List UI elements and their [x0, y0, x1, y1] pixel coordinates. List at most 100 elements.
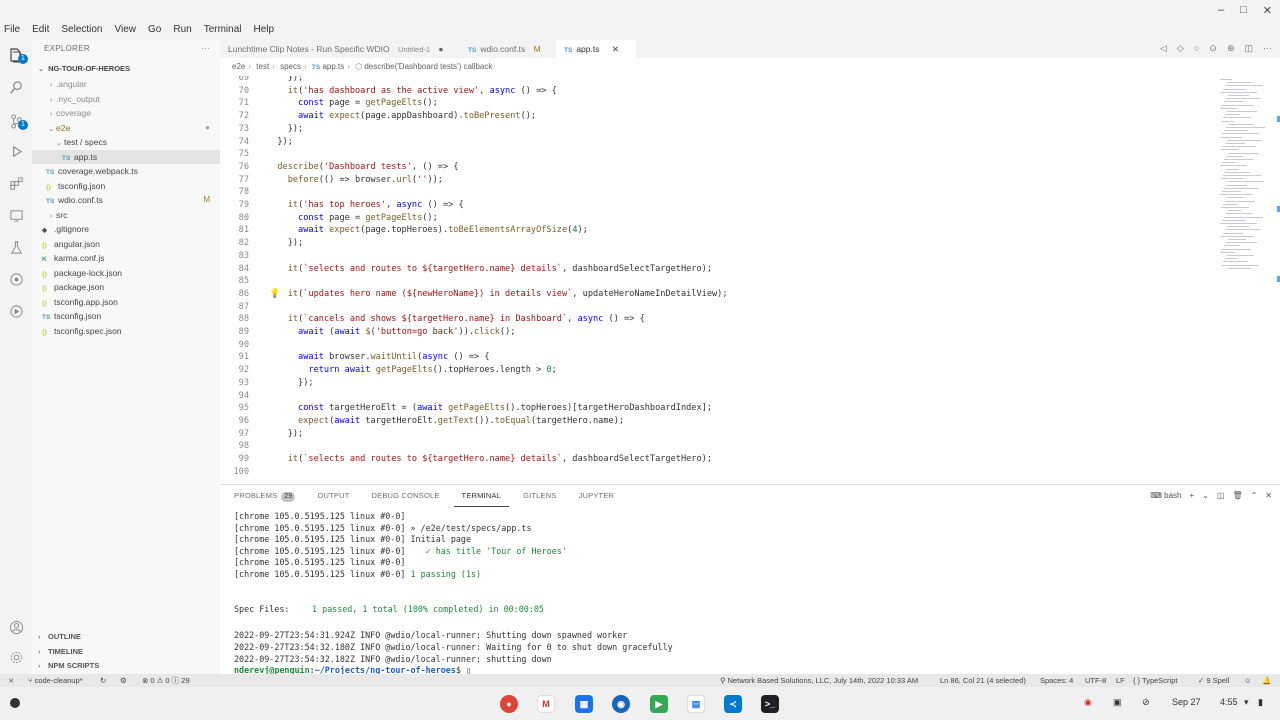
menu-help[interactable]: Help [248, 22, 281, 38]
screen-record-icon[interactable]: ◉ [1084, 697, 1092, 708]
tab-gitlens[interactable]: GITLENS [515, 485, 565, 507]
code-line[interactable]: 70 it('has dashboard as the active view'… [220, 85, 1220, 98]
code-line[interactable]: 79 it('has top heroes', async () => { [220, 199, 1220, 212]
breadcrumb-item[interactable]: test [256, 62, 269, 71]
extensions-icon[interactable] [7, 174, 25, 192]
line-endings[interactable]: LF [1116, 674, 1125, 687]
tab-problems[interactable]: PROBLEMS 29 [226, 485, 303, 507]
run-debug-icon[interactable] [7, 142, 25, 160]
code-line[interactable]: 73 }); [220, 123, 1220, 136]
screen-capture-icon[interactable]: ▣ [1113, 697, 1122, 708]
tab-lunchtime-notes[interactable]: Lunchtime Clip Notes - Run Specific WDIO… [220, 40, 456, 58]
new-terminal-icon[interactable]: + [1190, 491, 1195, 500]
do-not-disturb-icon[interactable]: ⊘ [1142, 697, 1150, 708]
tree-item[interactable]: TS wdio.conf.ts M [32, 193, 220, 208]
tree-item[interactable]: ⌄ test / specs [32, 135, 220, 150]
sync-icon[interactable]: ↻ [100, 674, 106, 687]
menu-view[interactable]: View [109, 22, 143, 38]
npm-scripts-section[interactable]: › NPM SCRIPTS [32, 659, 220, 673]
terminal-app-icon[interactable]: >_ [761, 695, 779, 713]
code-line[interactable]: 97 }); [220, 428, 1220, 441]
launcher-icon[interactable] [10, 698, 20, 708]
code-line[interactable]: 78 [220, 186, 1220, 199]
code-line[interactable]: 88 it(`cancels and shows ${targetHero.na… [220, 313, 1220, 326]
close-tab-icon[interactable]: ✕ [612, 44, 619, 54]
files-app-icon[interactable]: ▤ [687, 695, 705, 713]
git-blame[interactable]: ⚲ Network Based Solutions, LLC, July 14t… [720, 674, 918, 687]
code-line[interactable]: 72 await expect(page.appDashboard).toBeP… [220, 110, 1220, 123]
code-line[interactable]: 87 [220, 301, 1220, 314]
search-icon[interactable] [7, 78, 25, 96]
code-line[interactable]: 98 [220, 440, 1220, 453]
tree-item[interactable]: › .angular [32, 77, 220, 92]
close-panel-icon[interactable]: ✕ [1265, 491, 1272, 500]
code-line[interactable]: 77 before(() => browser.url('')); [220, 174, 1220, 187]
code-line[interactable]: 90 [220, 339, 1220, 352]
language-mode[interactable]: { } TypeScript [1133, 674, 1177, 687]
menu-selection[interactable]: Selection [55, 22, 108, 38]
menu-terminal[interactable]: Terminal [198, 22, 248, 38]
tree-item[interactable]: Kkarma.conf.js [32, 251, 220, 266]
terminal-shell-selector[interactable]: ⌨ bash [1150, 491, 1181, 500]
notifications-bell-icon[interactable]: 🔔 [1262, 674, 1271, 687]
more-editor-actions-icon[interactable]: ⋯ [1263, 43, 1272, 54]
code-line[interactable]: 91 await browser.waitUntil(async () => { [220, 351, 1220, 364]
trash-icon[interactable]: 🗑 [1232, 491, 1242, 500]
menu-file[interactable]: File [0, 22, 26, 38]
menu-edit[interactable]: Edit [26, 22, 55, 38]
gmail-app-icon[interactable]: M [537, 695, 555, 713]
remote-explorer-icon[interactable] [7, 206, 25, 224]
code-line[interactable]: 76 describe('Dashboard tests', () => { [220, 161, 1220, 174]
tree-item[interactable]: {} tsconfig.json [32, 179, 220, 194]
code-line[interactable]: 80 const page = getPageElts(); [220, 212, 1220, 225]
tab-terminal[interactable]: TERMINAL [453, 485, 510, 507]
open-changes-icon[interactable]: ○ [1194, 43, 1199, 54]
code-line[interactable]: 89 await (await $('button=go back')).cli… [220, 326, 1220, 339]
breadcrumb-item[interactable]: app.ts [322, 62, 344, 71]
code-line[interactable]: 83 [220, 250, 1220, 263]
outline-section[interactable]: › OUTLINE [32, 630, 220, 644]
minimap[interactable] [1220, 76, 1265, 276]
encoding[interactable]: UTF-8 [1085, 674, 1106, 687]
tree-item[interactable]: {} angular.json [32, 237, 220, 252]
account-icon[interactable] [7, 618, 25, 636]
cursor-position[interactable]: Ln 86, Col 21 (4 selected) [940, 674, 1026, 687]
vscode-app-icon[interactable]: ≺ [724, 695, 742, 713]
code-line[interactable]: 71 const page = getPageElts(); [220, 97, 1220, 110]
shelf-date[interactable]: Sep 27 [1172, 697, 1201, 707]
battery-icon[interactable]: ▮ [1258, 697, 1263, 708]
tree-item[interactable]: TS tsconfig.json [32, 309, 220, 324]
lightbulb-icon[interactable]: 💡 [269, 288, 280, 301]
code-line[interactable]: 75 [220, 148, 1220, 161]
remote-indicator-icon[interactable]: ⨯ [8, 674, 14, 687]
tab-wdio-conf[interactable]: TS wdio.conf.ts M [460, 40, 552, 58]
code-line[interactable]: 86 it(`updates hero name (${newHeroName}… [220, 288, 1220, 301]
spell-checker[interactable]: ✓ 9 Spell [1198, 674, 1229, 687]
split-editor-icon[interactable]: ◫ [1244, 43, 1253, 54]
tree-item[interactable]: › .nyc_output [32, 92, 220, 107]
scrollbar[interactable] [1276, 76, 1280, 484]
code-line[interactable]: 74 }); [220, 136, 1220, 149]
code-editor[interactable]: 69 }); 70 it('has dashboard as the active… [220, 76, 1280, 484]
breadcrumb-item[interactable]: specs [280, 62, 301, 71]
run-icon[interactable] [7, 302, 25, 320]
indentation[interactable]: Spaces: 4 [1040, 674, 1073, 687]
branch-indicator[interactable]: ⑂ code-cleanup* [28, 674, 83, 687]
maximize-panel-icon[interactable]: ⌃ [1251, 491, 1258, 500]
messages-app-icon[interactable]: ◉ [612, 695, 630, 713]
source-action-icon[interactable]: ◇ [1177, 43, 1184, 54]
code-line[interactable]: 82 }); [220, 237, 1220, 250]
gitlens-icon[interactable] [7, 270, 25, 288]
code-line[interactable]: 69 }); [220, 76, 1220, 85]
code-line[interactable]: 100 [220, 466, 1220, 479]
code-line[interactable]: 84 it(`selects and routes to ${targetHer… [220, 263, 1220, 276]
code-line[interactable]: 85 [220, 275, 1220, 288]
minimize-button[interactable]: – [1218, 4, 1224, 17]
wifi-icon[interactable]: ▾ [1244, 697, 1249, 708]
calendar-app-icon[interactable]: ▦ [575, 695, 593, 713]
code-line[interactable]: 95 const targetHeroElt = (await getPageE… [220, 402, 1220, 415]
code-line[interactable]: 99 it(`selects and routes to ${targetHer… [220, 453, 1220, 466]
settings-gear-icon[interactable] [7, 648, 25, 666]
project-root[interactable]: ⌄ NG-TOUR-OF-HEROES [32, 62, 220, 77]
tree-item[interactable]: TS coverage.webpack.ts [32, 164, 220, 179]
